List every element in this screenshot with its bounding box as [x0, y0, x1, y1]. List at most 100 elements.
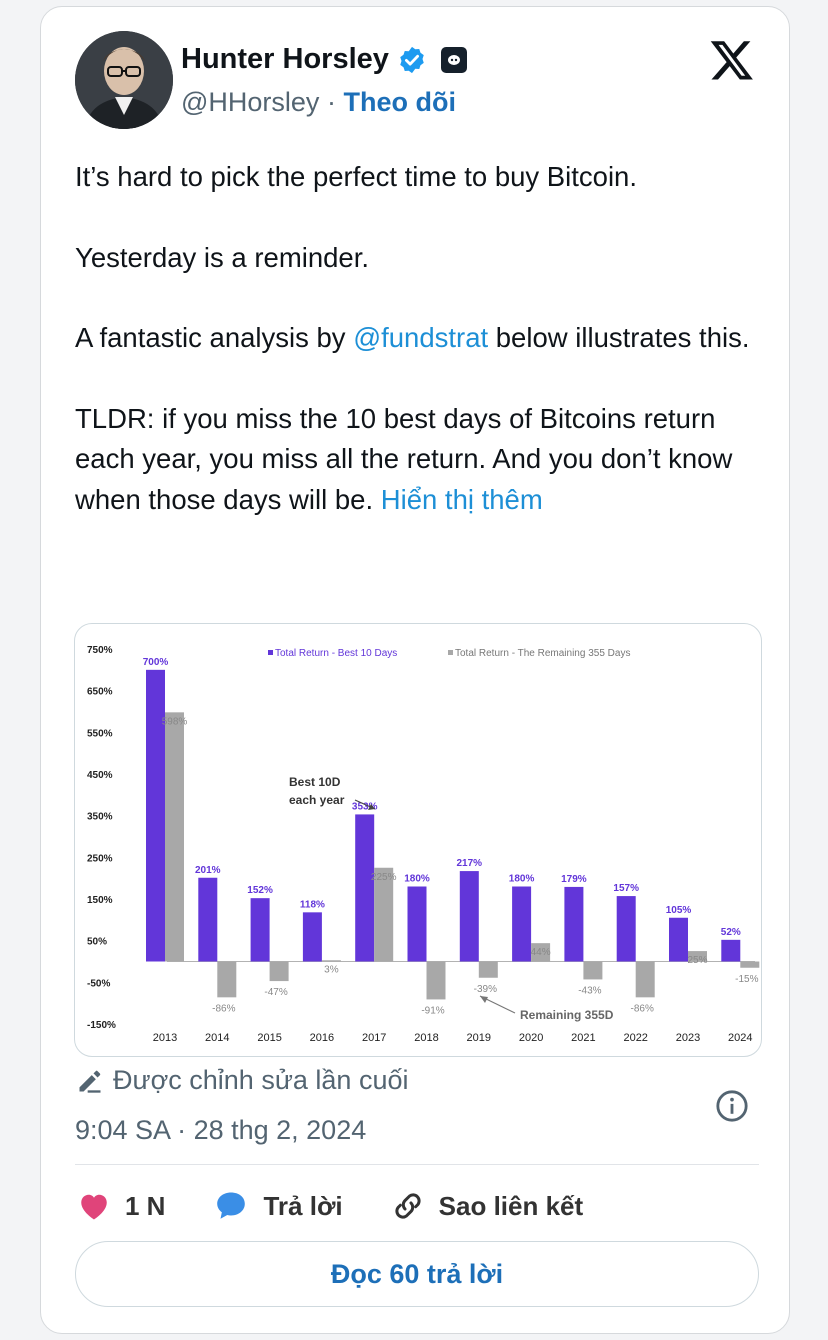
reply-button[interactable]: Trả lời: [211, 1188, 343, 1224]
divider: [75, 1164, 759, 1165]
link-icon: [395, 1193, 421, 1219]
x-tick-label: 2020: [519, 1032, 543, 1044]
x-tick-label: 2021: [571, 1032, 595, 1044]
data-label-remaining: -91%: [421, 1005, 444, 1016]
bar-remaining-355d: [269, 961, 289, 982]
data-label-best: 700%: [143, 657, 169, 668]
like-count: 1 N: [125, 1190, 166, 1221]
edited-indicator[interactable]: Được chỉnh sửa lần cuối: [75, 1065, 408, 1096]
legend-label-best: Total Return - Best 10 Days: [275, 648, 397, 659]
x-tick-label: 2019: [467, 1032, 491, 1044]
read-replies-label: Đọc 60 trả lời: [330, 1258, 504, 1289]
data-label-remaining: -39%: [474, 984, 497, 995]
reply-bubble-icon: [217, 1192, 246, 1219]
author-handle[interactable]: @HHorsley: [181, 87, 319, 117]
data-label-best: 152%: [247, 885, 273, 896]
edited-label: Được chỉnh sửa lần cuối: [113, 1065, 409, 1095]
tweet-body: It’s hard to pick the perfect time to bu…: [75, 157, 765, 560]
show-more-link[interactable]: Hiển thị thêm: [381, 484, 543, 515]
data-label-best: 157%: [613, 883, 639, 894]
like-button[interactable]: 1 N: [75, 1188, 165, 1224]
y-tick-label: 650%: [87, 687, 113, 698]
author-name[interactable]: Hunter Horsley: [181, 43, 389, 76]
bar-best-10d: [355, 814, 375, 962]
data-label-remaining: 25%: [687, 955, 707, 966]
bar-best-10d: [302, 912, 322, 962]
x-tick-label: 2022: [623, 1032, 647, 1044]
data-label-best: 105%: [666, 905, 692, 916]
text-segment: below illustrates this.: [488, 322, 750, 353]
data-label-remaining: -15%: [735, 974, 758, 985]
pencil-icon: [79, 1070, 101, 1093]
affiliate-badge-icon: [440, 46, 467, 73]
data-label-best: 180%: [404, 874, 430, 885]
tweet-paragraph: It’s hard to pick the perfect time to bu…: [75, 161, 637, 192]
data-label-best: 353%: [352, 801, 378, 812]
x-tick-label: 2014: [205, 1032, 229, 1044]
y-tick-label: 750%: [87, 645, 113, 656]
bar-best-10d: [616, 896, 636, 962]
bar-remaining-355d: [740, 961, 760, 968]
x-tick-label: 2017: [362, 1032, 386, 1044]
data-label-remaining: -43%: [578, 985, 601, 996]
tweet-card: Hunter Horsley @HHorsley · Theo dõi It’s…: [40, 6, 790, 1334]
x-tick-label: 2013: [153, 1032, 177, 1044]
bar-remaining-355d: [165, 712, 184, 962]
legend-swatch-remaining: [448, 650, 453, 655]
data-label-remaining: 225%: [371, 872, 397, 883]
separator: ·: [326, 87, 336, 117]
bar-best-10d: [512, 886, 532, 962]
timestamp[interactable]: 9:04 SA · 28 thg 2, 2024: [75, 1115, 366, 1146]
bar-remaining-355d: [321, 960, 341, 962]
heart-icon: [81, 1194, 107, 1220]
y-tick-label: 250%: [87, 853, 113, 864]
y-tick-label: 350%: [87, 812, 113, 823]
x-tick-label: 2018: [414, 1032, 438, 1044]
data-label-remaining: -47%: [264, 987, 287, 998]
tweet-paragraph: TLDR: if you miss the 10 best days of Bi…: [75, 399, 765, 521]
x-tick-label: 2024: [728, 1032, 752, 1044]
copy-link-label: Sao liên kết: [438, 1190, 584, 1221]
copy-link-button[interactable]: Sao liên kết: [389, 1188, 584, 1224]
bar-best-10d: [564, 886, 584, 962]
bar-best-10d: [459, 871, 479, 962]
y-tick-label: 550%: [87, 728, 113, 739]
read-replies-button[interactable]: Đọc 60 trả lời: [75, 1241, 759, 1307]
action-bar: 1 N Trả lời Sao liên kết: [75, 1179, 629, 1233]
y-tick-label: -50%: [87, 978, 110, 989]
bar-best-10d: [250, 898, 270, 962]
legend-label-remaining: Total Return - The Remaining 355 Days: [455, 648, 630, 659]
bar-chart: 750% 650% 550% 450% 350% 250% 150% 50% -50% -150%…: [87, 645, 760, 1044]
data-label-best: 179%: [561, 874, 587, 885]
data-label-remaining: -86%: [212, 1003, 235, 1014]
data-label-best: 52%: [721, 927, 741, 938]
data-label-best: 118%: [300, 899, 325, 910]
mention-link[interactable]: @fundstrat: [353, 322, 488, 353]
tweet-paragraph: Yesterday is a reminder.: [75, 241, 370, 273]
bar-remaining-355d: [217, 961, 237, 998]
y-tick-label: -150%: [87, 1020, 116, 1031]
handle-row: @HHorsley · Theo dõi: [181, 87, 456, 118]
data-label-best: 180%: [509, 874, 535, 885]
data-label-remaining: -86%: [631, 1003, 654, 1014]
y-tick-label: 50%: [87, 937, 107, 948]
reply-label: Trả lời: [263, 1190, 343, 1221]
chart-image[interactable]: 750% 650% 550% 450% 350% 250% 150% 50% -50% -150%…: [74, 623, 762, 1057]
data-label-best: 201%: [195, 865, 221, 876]
author-name-row[interactable]: Hunter Horsley: [181, 43, 467, 76]
bar-remaining-355d: [426, 961, 446, 1000]
follow-button[interactable]: Theo dõi: [343, 87, 455, 117]
annotation-best-line2: each year: [289, 793, 345, 807]
tweet-paragraph: A fantastic analysis by @fundstrat below…: [75, 318, 765, 359]
bar-remaining-355d: [583, 961, 603, 980]
data-label-best: 217%: [457, 858, 483, 869]
bar-best-10d: [146, 669, 165, 962]
bar-best-10d: [198, 877, 218, 962]
avatar[interactable]: [75, 31, 173, 129]
bar-remaining-355d: [478, 961, 498, 978]
x-logo-icon[interactable]: [709, 37, 755, 83]
data-label-remaining: 598%: [162, 716, 188, 727]
y-tick-label: 150%: [87, 895, 113, 906]
annotation-remaining: Remaining 355D: [520, 1008, 614, 1022]
info-icon[interactable]: [715, 1089, 749, 1123]
